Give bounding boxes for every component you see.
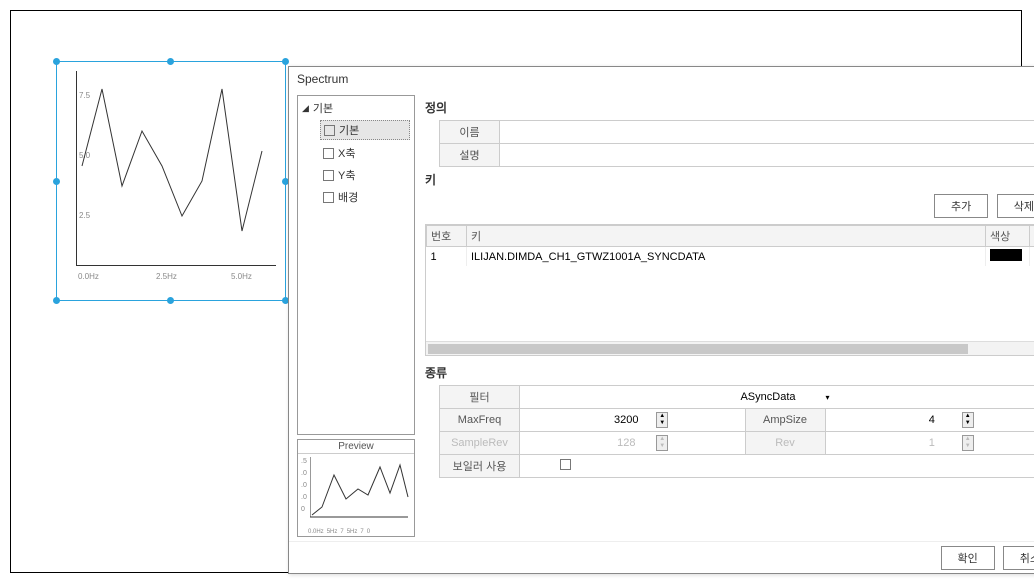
filter-select[interactable]: ASyncData ▾ bbox=[520, 386, 1034, 409]
tree-item-label: 배경 bbox=[338, 189, 358, 205]
x-tick: 5.0Hz bbox=[231, 272, 252, 281]
samplerev-stepper: 128▲▼ bbox=[520, 432, 746, 455]
preview-xtick: 7 bbox=[360, 529, 363, 535]
spinner-down-icon: ▼ bbox=[963, 443, 973, 450]
checkbox-icon[interactable] bbox=[323, 148, 334, 159]
boiler-checkbox[interactable] bbox=[560, 459, 571, 470]
tree-item-label: Y축 bbox=[338, 167, 355, 183]
checkbox-icon[interactable] bbox=[323, 192, 334, 203]
section-type: 종류 bbox=[425, 364, 1034, 381]
preview-ytick: .5 bbox=[301, 456, 307, 468]
tree-item-basic[interactable]: 기본 bbox=[320, 120, 410, 140]
rev-stepper: 1▲▼ bbox=[825, 432, 1034, 455]
samplerev-label: SampleRev bbox=[440, 432, 520, 455]
settings-tree[interactable]: ◢ 기본 기본 X축 Y축 배경 bbox=[297, 95, 415, 435]
preview-ytick: .0 bbox=[301, 492, 307, 504]
preview-xtick: 0.0Hz bbox=[308, 529, 324, 535]
preview-ytick: .0 bbox=[301, 480, 307, 492]
preview-xtick: 5Hz bbox=[347, 529, 358, 535]
resize-handle-n[interactable] bbox=[167, 58, 174, 65]
chart-line-svg bbox=[77, 71, 277, 266]
spectrum-dialog: Spectrum × ◢ 기본 기본 X축 Y축 배경 Preview bbox=[288, 66, 1034, 574]
samplerev-value: 128 bbox=[596, 435, 656, 451]
ok-button[interactable]: 확인 bbox=[941, 546, 995, 570]
filter-label: 필터 bbox=[440, 386, 520, 409]
add-button[interactable]: 추가 bbox=[934, 194, 988, 218]
dialog-title-text: Spectrum bbox=[297, 72, 348, 86]
preview-xtick: 0 bbox=[367, 529, 370, 535]
x-tick: 2.5Hz bbox=[156, 272, 177, 281]
desc-input[interactable] bbox=[500, 144, 1034, 167]
preview-ytick: .0 bbox=[301, 468, 307, 480]
preview-line-svg bbox=[310, 457, 414, 527]
key-table[interactable]: 번호 키 색상 두 1 ILIJAN.DIMDA_CH1_GTWZ1001A_S… bbox=[425, 224, 1034, 356]
spinner-up-icon[interactable]: ▲ bbox=[963, 413, 973, 420]
ampsize-stepper[interactable]: 4▲▼ bbox=[825, 409, 1034, 432]
preview-chart: .5 .0 .0 .0 0 0.0Hz bbox=[298, 454, 414, 536]
tree-item-label: X축 bbox=[338, 145, 355, 161]
chevron-down-icon: ▾ bbox=[826, 393, 830, 402]
spinner-up-icon: ▲ bbox=[657, 436, 667, 443]
spinner-down-icon: ▼ bbox=[657, 443, 667, 450]
spinner-down-icon[interactable]: ▼ bbox=[657, 420, 667, 427]
color-swatch[interactable] bbox=[990, 249, 1022, 261]
preview-xtick: 5Hz bbox=[327, 529, 338, 535]
tree-item-xaxis[interactable]: X축 bbox=[320, 144, 410, 162]
section-definition: 정의 bbox=[425, 99, 1034, 116]
spinner-down-icon[interactable]: ▼ bbox=[963, 420, 973, 427]
spinner-up-icon[interactable]: ▲ bbox=[657, 413, 667, 420]
col-tail[interactable]: 두 bbox=[1030, 226, 1034, 247]
resize-handle-w[interactable] bbox=[53, 178, 60, 185]
checkbox-icon[interactable] bbox=[323, 170, 334, 181]
dialog-footer: 확인 취소 bbox=[289, 541, 1034, 573]
ampsize-value: 4 bbox=[902, 412, 962, 428]
tree-root[interactable]: ◢ 기본 bbox=[302, 100, 410, 116]
resize-handle-sw[interactable] bbox=[53, 297, 60, 304]
maxfreq-label: MaxFreq bbox=[440, 409, 520, 432]
preview-xtick: 7 bbox=[340, 529, 343, 535]
delete-button[interactable]: 삭제 bbox=[997, 194, 1034, 218]
maxfreq-stepper[interactable]: 3200▲▼ bbox=[520, 409, 746, 432]
chart-plot-area: 7.5 5.0 2.5 bbox=[76, 71, 276, 266]
cell-color[interactable] bbox=[986, 247, 1030, 267]
tree-item-background[interactable]: 배경 bbox=[320, 188, 410, 206]
tree-root-label: 기본 bbox=[313, 100, 333, 116]
preview-title: Preview bbox=[298, 440, 414, 454]
table-row[interactable]: 1 ILIJAN.DIMDA_CH1_GTWZ1001A_SYNCDATA 1 bbox=[427, 247, 1034, 267]
resize-handle-ne[interactable] bbox=[282, 58, 289, 65]
col-no[interactable]: 번호 bbox=[427, 226, 467, 247]
tree-item-label: 기본 bbox=[339, 122, 359, 138]
preview-ytick: 0 bbox=[301, 504, 307, 516]
scrollbar-thumb[interactable] bbox=[428, 344, 968, 354]
desc-label: 설명 bbox=[440, 144, 500, 167]
preview-panel: Preview .5 .0 .0 .0 0 bbox=[297, 439, 415, 537]
cell-tail: 1 bbox=[1030, 247, 1034, 267]
boiler-label: 보일러 사용 bbox=[440, 455, 520, 478]
rev-value: 1 bbox=[902, 435, 962, 451]
name-label: 이름 bbox=[440, 121, 500, 144]
cell-key: ILIJAN.DIMDA_CH1_GTWZ1001A_SYNCDATA bbox=[467, 247, 986, 267]
dialog-titlebar[interactable]: Spectrum × bbox=[289, 67, 1034, 91]
rev-label: Rev bbox=[745, 432, 825, 455]
section-key: 키 bbox=[425, 171, 1034, 188]
spinner-up-icon: ▲ bbox=[963, 436, 973, 443]
resize-handle-nw[interactable] bbox=[53, 58, 60, 65]
resize-handle-s[interactable] bbox=[167, 297, 174, 304]
page-frame: 7.5 5.0 2.5 0.0Hz 2.5Hz 5.0Hz Spectrum ×… bbox=[10, 10, 1022, 573]
col-color[interactable]: 색상 bbox=[986, 226, 1030, 247]
cell-no: 1 bbox=[427, 247, 467, 267]
col-key[interactable]: 키 bbox=[467, 226, 986, 247]
cancel-button[interactable]: 취소 bbox=[1003, 546, 1034, 570]
tree-expand-icon[interactable]: ◢ bbox=[302, 103, 309, 114]
ampsize-label: AmpSize bbox=[745, 409, 825, 432]
canvas-chart-object[interactable]: 7.5 5.0 2.5 0.0Hz 2.5Hz 5.0Hz bbox=[56, 61, 286, 301]
checkbox-icon[interactable] bbox=[324, 125, 335, 136]
name-input[interactable] bbox=[500, 121, 1034, 144]
tree-item-yaxis[interactable]: Y축 bbox=[320, 166, 410, 184]
horizontal-scrollbar[interactable] bbox=[426, 341, 1034, 355]
x-tick: 0.0Hz bbox=[78, 272, 99, 281]
filter-value: ASyncData bbox=[740, 391, 795, 403]
properties-panel: 정의 이름 설명 키 추가 삭제 번호 키 색상 두 bbox=[421, 95, 1034, 537]
maxfreq-value: 3200 bbox=[596, 412, 656, 428]
